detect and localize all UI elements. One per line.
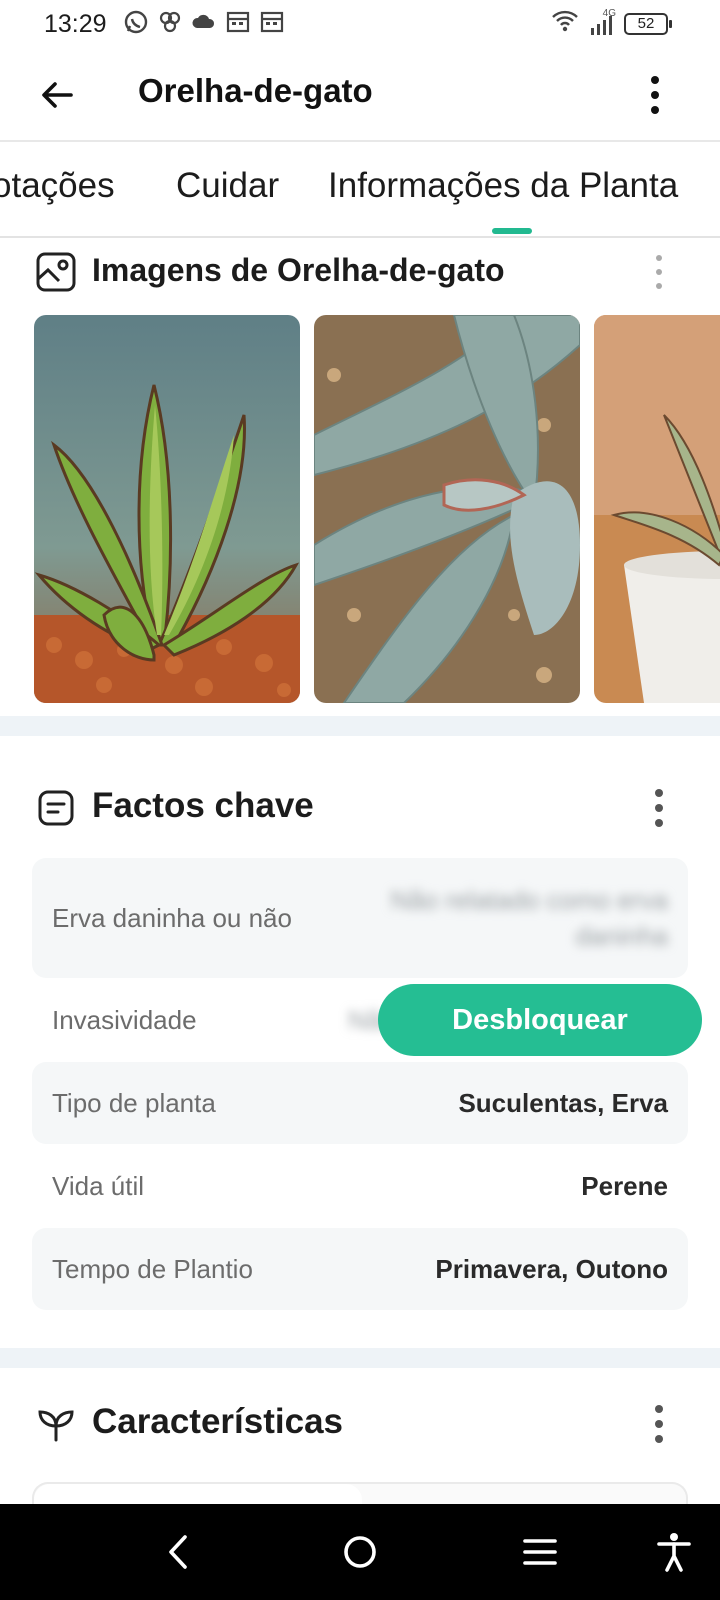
tab-bar: otações Cuidar Informações da Planta bbox=[0, 142, 720, 238]
accessibility-icon bbox=[657, 1533, 691, 1572]
fact-value-locked: Não relatado como erva daninha bbox=[390, 885, 668, 951]
wifi-icon bbox=[550, 8, 580, 39]
network-type-label: 4G bbox=[602, 7, 616, 19]
active-tab-indicator bbox=[492, 228, 532, 234]
key-facts-title: Factos chave bbox=[92, 786, 314, 825]
page-title: Orelha-de-gato bbox=[138, 72, 373, 109]
more-options-button[interactable] bbox=[630, 70, 680, 120]
fact-value: Perene bbox=[581, 1170, 668, 1201]
nav-menu-button[interactable] bbox=[514, 1526, 566, 1578]
plant-images-carousel[interactable] bbox=[34, 315, 720, 703]
key-facts-more-button[interactable] bbox=[644, 783, 674, 833]
fact-label: Tipo de planta bbox=[52, 1087, 216, 1118]
circle-home-icon bbox=[344, 1536, 376, 1568]
system-nav-bar bbox=[0, 1504, 720, 1600]
app-bar: Orelha-de-gato bbox=[0, 48, 720, 142]
more-vertical-icon bbox=[656, 255, 662, 289]
menu-icon bbox=[523, 1539, 557, 1565]
calendar-icon bbox=[225, 9, 251, 39]
nav-accessibility-button[interactable] bbox=[648, 1526, 700, 1578]
plant-image[interactable] bbox=[314, 315, 580, 703]
fact-value: Primavera, Outono bbox=[435, 1253, 668, 1284]
whatsapp-icon bbox=[123, 9, 149, 39]
cell-signal-icon: 4G bbox=[588, 7, 616, 38]
sprout-icon bbox=[34, 1402, 78, 1446]
battery-level: 52 bbox=[637, 15, 655, 32]
tab-informacoes-da-planta[interactable]: Informações da Planta bbox=[328, 166, 678, 206]
characteristics-header: Características bbox=[0, 1394, 720, 1454]
key-facts-header: Factos chave bbox=[0, 778, 720, 838]
status-bar: 13:29 4G 52 bbox=[0, 0, 720, 48]
more-vertical-icon bbox=[655, 1405, 663, 1443]
tab-cuidar[interactable]: Cuidar bbox=[176, 166, 279, 206]
characteristics-title: Características bbox=[92, 1402, 343, 1441]
characteristics-more-button[interactable] bbox=[644, 1399, 674, 1449]
images-section-title: Imagens de Orelha-de-gato bbox=[92, 252, 505, 288]
fact-row-weed: Erva daninha ou não Não relatado como er… bbox=[32, 858, 688, 978]
fact-value: Suculentas, Erva bbox=[458, 1087, 668, 1118]
status-time: 13:29 bbox=[44, 9, 107, 38]
more-vertical-icon bbox=[655, 789, 663, 827]
chevron-left-icon bbox=[169, 1535, 187, 1569]
pinwheel-icon bbox=[157, 9, 183, 39]
fact-row-plant-type: Tipo de planta Suculentas, Erva bbox=[32, 1062, 688, 1144]
fact-label: Tempo de Plantio bbox=[52, 1253, 253, 1284]
more-vertical-icon bbox=[651, 76, 659, 114]
document-icon bbox=[34, 786, 78, 830]
nav-home-button[interactable] bbox=[334, 1526, 386, 1578]
plant-image[interactable] bbox=[34, 315, 300, 703]
nav-back-button[interactable] bbox=[152, 1526, 204, 1578]
notification-icons bbox=[123, 9, 285, 39]
tab-anotacoes[interactable]: otações bbox=[0, 166, 115, 206]
fact-label: Invasividade bbox=[52, 1004, 197, 1035]
status-right: 4G 52 bbox=[550, 7, 672, 39]
plant-image[interactable] bbox=[594, 315, 720, 703]
fact-row-lifespan: Vida útil Perene bbox=[32, 1144, 688, 1228]
image-gallery-icon bbox=[34, 250, 78, 294]
fact-row-planting-time: Tempo de Plantio Primavera, Outono bbox=[32, 1228, 688, 1310]
arrow-left-icon bbox=[42, 82, 73, 108]
cloud-icon bbox=[191, 9, 217, 39]
unlock-button[interactable]: Desbloquear bbox=[378, 984, 702, 1056]
fact-label: Vida útil bbox=[52, 1170, 145, 1201]
section-divider bbox=[0, 716, 720, 736]
back-button[interactable] bbox=[32, 70, 82, 120]
calendar-icon bbox=[259, 9, 285, 39]
section-divider bbox=[0, 1348, 720, 1368]
fact-label: Erva daninha ou não bbox=[52, 902, 292, 933]
key-facts-list: Erva daninha ou não Não relatado como er… bbox=[32, 858, 702, 1310]
fact-row-invasiveness: Invasividade Não Desbloquear bbox=[32, 978, 702, 1062]
battery-icon: 52 bbox=[624, 12, 672, 35]
images-section-header: Imagens de Orelha-de-gato bbox=[0, 242, 720, 302]
images-more-button[interactable] bbox=[644, 247, 674, 297]
